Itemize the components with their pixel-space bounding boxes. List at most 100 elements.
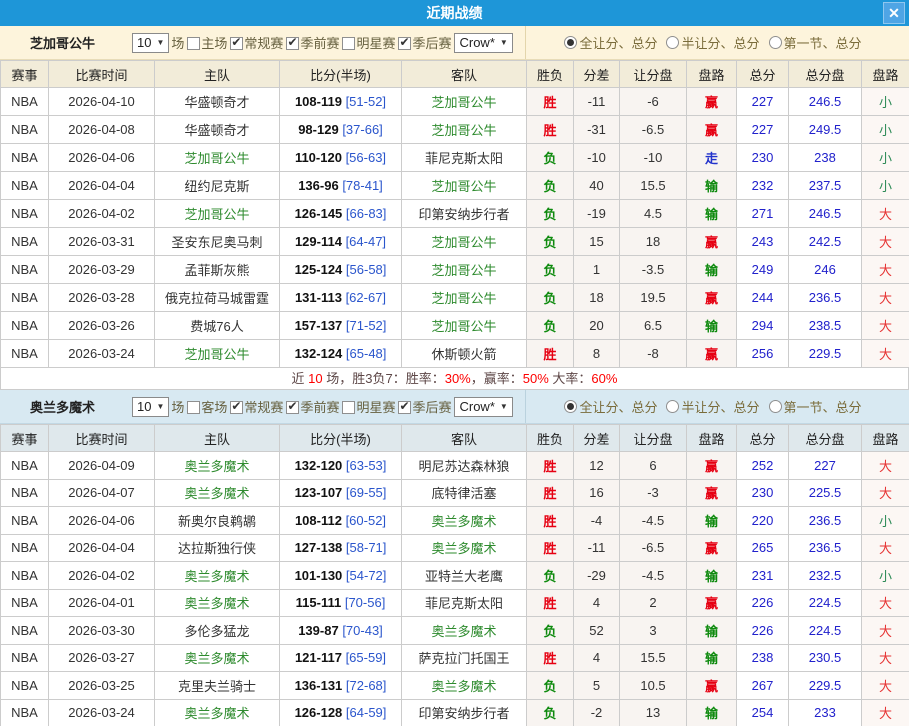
diff-cell: 20: [574, 312, 620, 340]
date-cell: 2026-04-07: [49, 479, 155, 507]
table-body: NBA 2026-04-09 奥兰多魔术 132-120 [63-53] 明尼苏…: [1, 452, 909, 726]
filter-bar: 奥兰多魔术 10 ▼ 场 客场常规赛季前赛明星赛季后赛 Crow* ▼ 全让分、…: [0, 390, 909, 424]
total-line-cell: 246.5: [789, 200, 862, 228]
results-table: 赛事比赛时间主队比分(半场)客队胜负分差让分盘盘路总分总分盘盘路 NBA 202…: [0, 424, 909, 726]
handicap-cell: -6.5: [620, 116, 687, 144]
half-score: [56-58]: [346, 262, 386, 277]
table-row: NBA 2026-04-08 华盛顿奇才 98-129 [37-66] 芝加哥公…: [1, 116, 909, 144]
total-line-cell: 242.5: [789, 228, 862, 256]
total-cell: 220: [737, 507, 789, 535]
odds-company-value: Crow*: [459, 35, 494, 50]
view-radio[interactable]: [666, 36, 679, 49]
league-cell: NBA: [1, 562, 49, 590]
date-cell: 2026-04-06: [49, 507, 155, 535]
score-cell: 136-131 [72-68]: [280, 672, 402, 700]
total-cell: 232: [737, 172, 789, 200]
summary-text-segment: 场，胜3负7：胜率：: [323, 371, 445, 386]
handicap-cell: -8: [620, 340, 687, 368]
total-cell: 226: [737, 589, 789, 617]
filter-checkbox[interactable]: [286, 401, 299, 414]
handicap-cell: 13: [620, 699, 687, 726]
diff-cell: 4: [574, 644, 620, 672]
column-header: 赛事: [1, 61, 49, 88]
half-score: [64-59]: [346, 705, 386, 720]
half-score: [71-52]: [346, 318, 386, 333]
half-score: [69-55]: [346, 485, 386, 500]
total-line-cell: 246.5: [789, 88, 862, 116]
final-score: 108-119: [295, 94, 342, 109]
score-cell: 121-117 [65-59]: [280, 644, 402, 672]
home-team-cell: 奥兰多魔术: [155, 562, 280, 590]
half-score: [78-41]: [342, 178, 382, 193]
column-header: 比赛时间: [49, 61, 155, 88]
games-count-select[interactable]: 10 ▼: [132, 397, 169, 417]
view-radio[interactable]: [769, 36, 782, 49]
column-header: 盘路: [862, 61, 909, 88]
league-cell: NBA: [1, 340, 49, 368]
filter-checkbox[interactable]: [342, 37, 355, 50]
filter-checkbox-label: 季前赛: [300, 36, 339, 51]
filter-checkbox[interactable]: [187, 37, 200, 50]
handicap-cell: 15.5: [620, 644, 687, 672]
final-score: 139-87: [298, 623, 338, 638]
odds-company-select[interactable]: Crow* ▼: [454, 33, 512, 53]
filter-controls: 芝加哥公牛 10 ▼ 场 主场常规赛季前赛明星赛季后赛 Crow* ▼: [0, 26, 525, 59]
handicap-cell: 6.5: [620, 312, 687, 340]
result-cell: 胜: [527, 644, 574, 672]
handicap-result-cell: 输: [687, 312, 737, 340]
final-score: 126-145: [295, 206, 343, 221]
filter-checkbox[interactable]: [230, 401, 243, 414]
games-count-select[interactable]: 10 ▼: [132, 33, 169, 53]
away-team-cell: 奥兰多魔术: [402, 507, 527, 535]
column-header: 比分(半场): [280, 425, 402, 452]
diff-cell: -31: [574, 116, 620, 144]
home-team-cell: 多伦多猛龙: [155, 617, 280, 645]
odds-company-select[interactable]: Crow* ▼: [454, 397, 512, 417]
filter-checkbox[interactable]: [398, 37, 411, 50]
away-team-cell: 休斯顿火箭: [402, 340, 527, 368]
filter-checkbox[interactable]: [230, 37, 243, 50]
column-header: 客队: [402, 61, 527, 88]
total-cell: 227: [737, 88, 789, 116]
view-radio[interactable]: [769, 400, 782, 413]
handicap-cell: -3: [620, 479, 687, 507]
filter-checkbox-label: 常规赛: [244, 400, 283, 415]
filter-checkbox-label: 季后赛: [412, 36, 451, 51]
league-cell: NBA: [1, 644, 49, 672]
view-radio[interactable]: [564, 400, 577, 413]
over-under-cell: 大: [862, 200, 909, 228]
view-radio-label: 第一节、总分: [784, 397, 862, 416]
over-under-cell: 大: [862, 228, 909, 256]
league-cell: NBA: [1, 534, 49, 562]
chevron-down-icon: ▼: [500, 38, 508, 47]
score-cell: 108-119 [51-52]: [280, 88, 402, 116]
total-line-cell: 225.5: [789, 479, 862, 507]
home-team-cell: 达拉斯独行侠: [155, 534, 280, 562]
filter-checkbox[interactable]: [398, 401, 411, 414]
filter-checkbox[interactable]: [342, 401, 355, 414]
total-cell: 252: [737, 452, 789, 480]
handicap-cell: -4.5: [620, 507, 687, 535]
view-radio[interactable]: [666, 400, 679, 413]
result-cell: 胜: [527, 88, 574, 116]
diff-cell: -19: [574, 200, 620, 228]
half-score: [51-52]: [346, 94, 386, 109]
filter-checkbox[interactable]: [286, 37, 299, 50]
odds-company-value: Crow*: [459, 399, 494, 414]
column-header: 让分盘: [620, 61, 687, 88]
close-button[interactable]: ✕: [883, 2, 905, 24]
column-header: 总分: [737, 425, 789, 452]
diff-cell: -4: [574, 507, 620, 535]
filter-checkbox[interactable]: [187, 401, 200, 414]
handicap-result-cell: 赢: [687, 116, 737, 144]
handicap-result-cell: 输: [687, 644, 737, 672]
handicap-result-cell: 走: [687, 144, 737, 172]
summary-text-segment: 近: [292, 371, 309, 386]
diff-cell: 15: [574, 228, 620, 256]
table-row: NBA 2026-03-25 克里夫兰骑士 136-131 [72-68] 奥兰…: [1, 672, 909, 700]
final-score: 157-137: [295, 318, 343, 333]
view-radio[interactable]: [564, 36, 577, 49]
total-line-cell: 238: [789, 144, 862, 172]
total-cell: 249: [737, 256, 789, 284]
diff-cell: 5: [574, 672, 620, 700]
